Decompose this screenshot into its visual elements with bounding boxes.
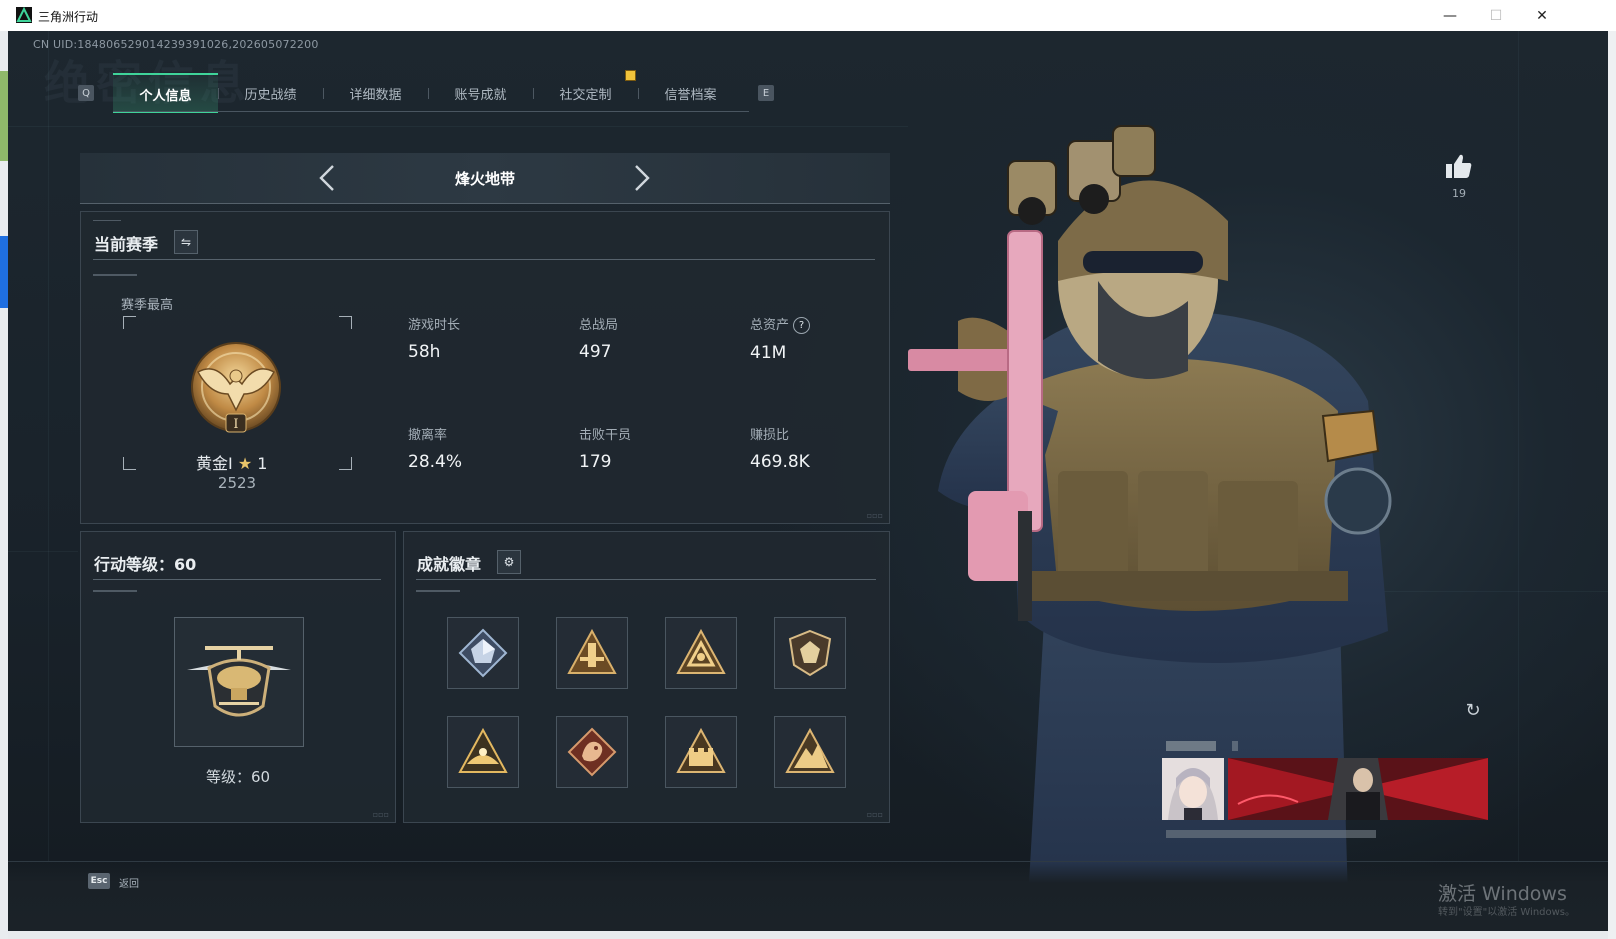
season-switch-button[interactable]: ⇋ — [174, 230, 198, 254]
tab-bar: 个人信息 历史战绩 详细数据 账号成就 社交定制 信誉档案 — [113, 73, 749, 113]
window-title: 三角洲行动 — [38, 10, 99, 24]
current-season-title: 当前赛季 — [94, 235, 159, 254]
app-logo-icon — [16, 7, 32, 23]
triangle-emblem-badge-icon — [676, 628, 726, 674]
stat-playtime: 游戏时长 58h — [408, 318, 461, 362]
fortress-badge-icon — [676, 727, 726, 773]
achievement-badge-6[interactable] — [556, 716, 628, 788]
background-taskbar-strip — [8, 931, 1608, 939]
tab-prev-key[interactable]: Q — [78, 85, 94, 101]
mode-next-button[interactable] — [625, 161, 659, 195]
mode-prev-button[interactable] — [310, 161, 344, 195]
back-button-label[interactable]: 返回 — [119, 875, 139, 890]
background-app-strip — [0, 31, 8, 939]
bottom-bar — [8, 861, 1608, 931]
rank-score: 2523 — [217, 474, 257, 492]
esc-key[interactable]: Esc — [88, 873, 110, 889]
achievement-badge-5[interactable] — [447, 716, 519, 788]
notification-dot — [625, 70, 636, 81]
level-text: 等级：60 — [205, 768, 271, 786]
rank-name: 黄金Ⅰ ★ 1 — [196, 454, 268, 473]
game-viewport: 绝密信息 CN UID:18480652901423939102​6,20260… — [8, 31, 1608, 931]
helicopter-emblem-icon — [187, 646, 291, 717]
name-card-banner — [1228, 758, 1488, 820]
help-icon[interactable]: ? — [793, 317, 811, 334]
shield-badge-icon — [788, 629, 832, 677]
crystal-badge-icon — [458, 628, 508, 678]
wing-triangle-badge-icon — [458, 727, 508, 773]
tab-history[interactable]: 历史战绩 — [218, 73, 323, 113]
badge-settings-button[interactable]: ⚙ — [497, 550, 521, 574]
avatar — [1162, 758, 1224, 820]
achievement-badge-1[interactable] — [447, 617, 519, 689]
uid-text: CN UID:18480652901423939102​6,2026050722… — [33, 38, 319, 51]
achievement-badge-2[interactable] — [556, 617, 628, 689]
thumbs-up-icon — [1446, 154, 1472, 178]
tab-detailed-data[interactable]: 详细数据 — [323, 73, 428, 113]
maximize-button[interactable]: ☐ — [1473, 0, 1519, 31]
windows-activation-subtext: 转到"设置"以激活 Windows。 — [1438, 907, 1576, 918]
rank-star-icon: ★ — [237, 454, 253, 473]
profile-card[interactable] — [1162, 738, 1492, 848]
achievement-badge-7[interactable] — [665, 716, 737, 788]
operation-level-title: 行动等级：60 — [94, 555, 197, 574]
achievement-badge-4[interactable] — [774, 617, 846, 689]
svg-text:I: I — [233, 417, 238, 432]
current-season-panel: 当前赛季 ⇋ 赛季最高 I 黄金Ⅰ ★ 1 2523 游戏时长 58h 总战局 … — [80, 211, 890, 524]
season-best-label: 赛季最高 — [121, 298, 174, 313]
tab-achievements[interactable]: 账号成就 — [428, 73, 533, 113]
achievement-badge-8[interactable] — [774, 716, 846, 788]
tab-underline — [113, 111, 749, 112]
mode-selector: 烽火地带 — [80, 153, 890, 204]
swap-icon: ⇋ — [180, 235, 192, 249]
stat-operators-defeated: 击败干员 179 — [579, 428, 632, 472]
stat-extraction-rate: 撤离率 28.4% — [408, 428, 463, 472]
like-count: 19 — [1452, 187, 1466, 200]
stat-total-assets: 总资产? 41M — [750, 314, 811, 363]
background-app-strip-right — [1608, 31, 1616, 939]
windows-activation-watermark: 激活 Windows — [1438, 883, 1567, 905]
mode-title: 烽火地带 — [454, 170, 515, 188]
chevron-left-icon — [319, 165, 334, 191]
refresh-icon: ↻ — [1465, 699, 1481, 721]
dragon-badge-icon — [567, 727, 617, 777]
tower-badge-icon — [567, 628, 617, 674]
tab-social-custom[interactable]: 社交定制 — [533, 73, 638, 113]
achievement-badges-title: 成就徽章 — [417, 555, 482, 574]
operation-level-panel: 行动等级：60 等级：60 ▫▫▫ — [80, 531, 396, 823]
stat-profit-loss-ratio: 赚损比 469.8K — [750, 428, 810, 472]
window-titlebar: 三角洲行动 — ☐ ✕ — [0, 0, 1616, 32]
mountain-badge-icon — [785, 727, 835, 773]
minimize-button[interactable]: — — [1427, 0, 1473, 31]
level-badge-frame — [174, 617, 304, 747]
refresh-button[interactable]: ↻ — [1461, 698, 1485, 722]
tab-next-key[interactable]: E — [758, 85, 774, 101]
gear-icon: ⚙ — [503, 555, 515, 569]
achievement-badge-3[interactable] — [665, 617, 737, 689]
close-button[interactable]: ✕ — [1519, 0, 1565, 31]
stat-total-matches: 总战局 497 — [579, 318, 619, 362]
tab-credit-record[interactable]: 信誉档案 — [638, 73, 743, 113]
rank-gold-emblem-icon: I — [191, 342, 281, 433]
like-button[interactable]: 19 — [1444, 153, 1474, 200]
chevron-right-icon — [635, 165, 650, 191]
achievement-badges-panel: 成就徽章 ⚙ ▫▫▫ — [403, 531, 890, 823]
tab-personal-info[interactable]: 个人信息 — [113, 73, 218, 113]
